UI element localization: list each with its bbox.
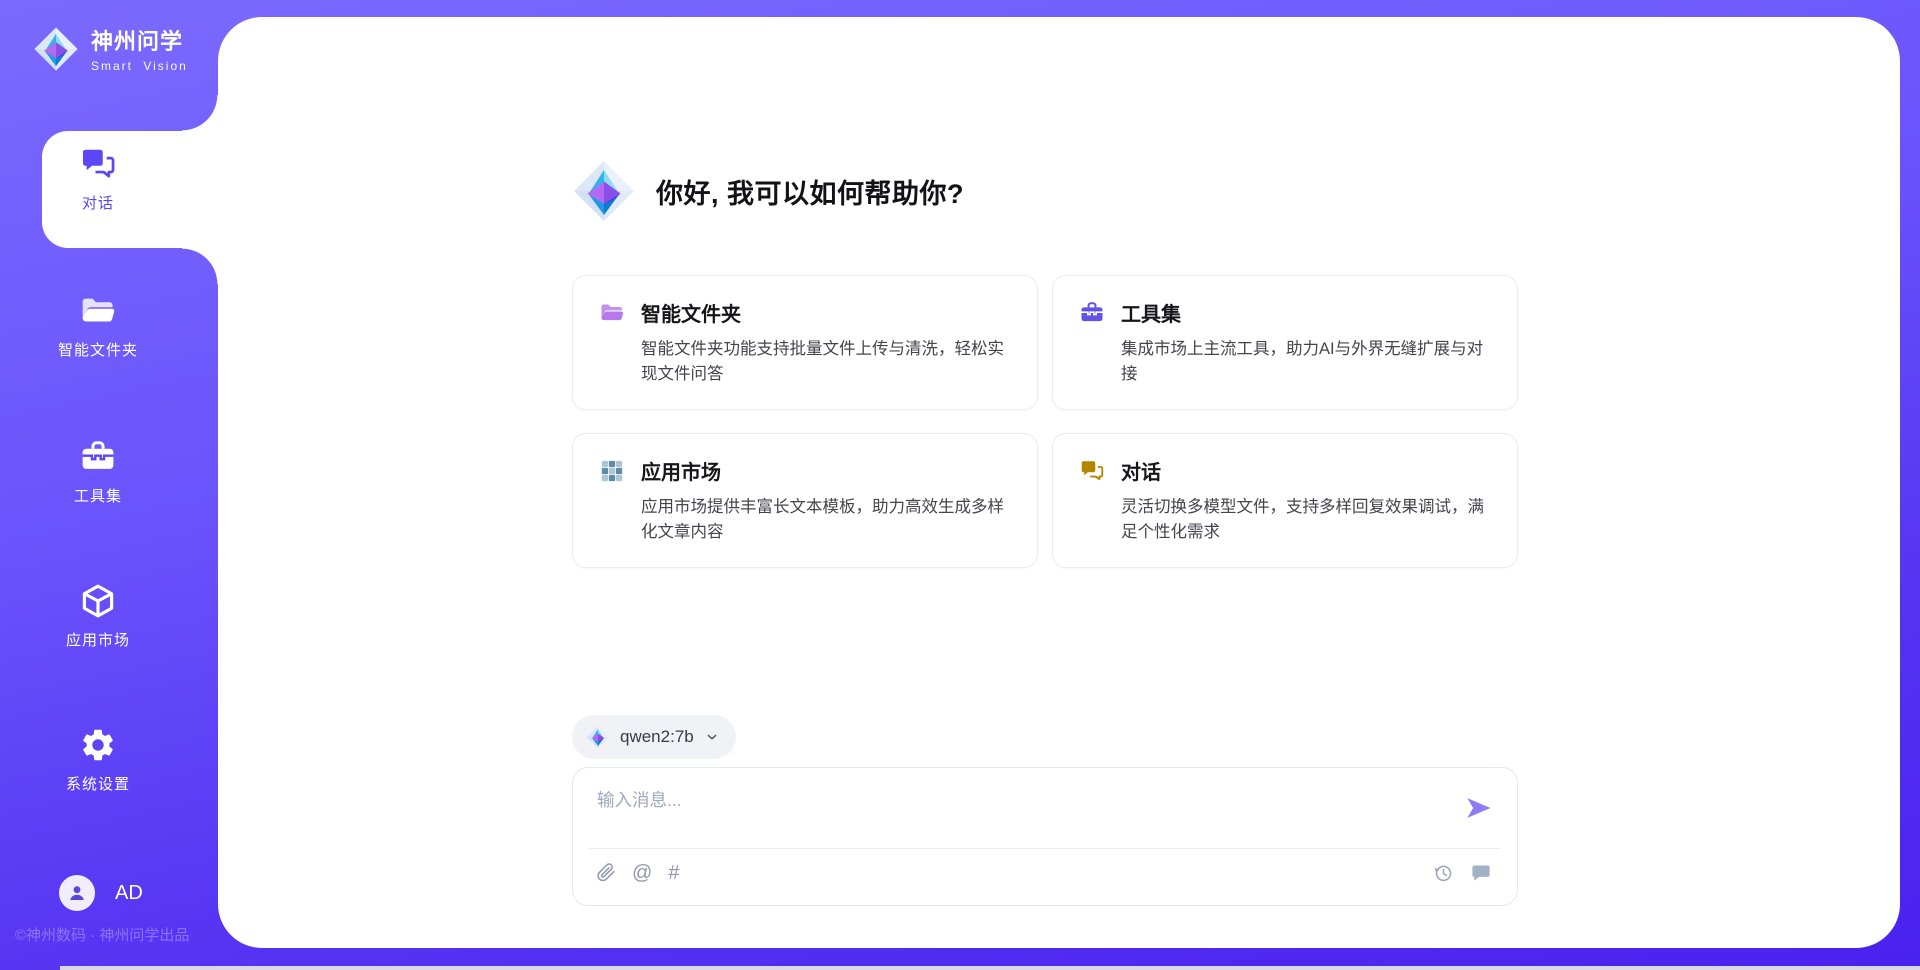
folder-icon bbox=[599, 300, 625, 326]
card-description: 集成市场上主流工具，助力AI与外界无缝扩展与对接 bbox=[1079, 337, 1491, 387]
sidebar-item-smart-folder[interactable]: 智能文件夹 bbox=[18, 292, 178, 360]
main-panel: 你好, 我可以如何帮助你? 智能文件夹 智能文件夹功能支持批量文件上传与清洗，轻… bbox=[218, 17, 1900, 948]
cube-icon bbox=[79, 582, 117, 620]
sidebar-item-label: 智能文件夹 bbox=[58, 339, 138, 360]
toolbox-icon bbox=[1079, 300, 1105, 326]
card-chat[interactable]: 对话 灵活切换多模型文件，支持多样回复效果调试，满足个性化需求 bbox=[1052, 433, 1518, 568]
brand-name: 神州问学 bbox=[91, 24, 188, 56]
sidebar-footer: ©神州数码 · 神州问学出品 bbox=[15, 924, 189, 945]
feature-cards: 智能文件夹 智能文件夹功能支持批量文件上传与清洗，轻松实现文件问答 工具集 集成… bbox=[572, 275, 1518, 568]
diamond-logo-icon bbox=[33, 26, 79, 72]
diamond-logo-icon bbox=[586, 725, 610, 749]
user-icon bbox=[66, 882, 88, 904]
tab-curve-bottom bbox=[182, 248, 218, 284]
chat-bubble-icon[interactable] bbox=[1470, 862, 1492, 884]
sidebar-item-label: 工具集 bbox=[74, 485, 122, 506]
welcome-title: 你好, 我可以如何帮助你? bbox=[656, 172, 964, 211]
user-initials: AD bbox=[115, 882, 143, 905]
paperclip-icon[interactable] bbox=[595, 862, 616, 883]
card-smart-folder[interactable]: 智能文件夹 智能文件夹功能支持批量文件上传与清洗，轻松实现文件问答 bbox=[572, 275, 1038, 410]
sidebar-item-chat[interactable]: 对话 bbox=[18, 145, 178, 213]
folder-icon bbox=[79, 292, 117, 330]
model-selector[interactable]: qwen2:7b bbox=[572, 715, 736, 759]
bottom-edge-strip bbox=[60, 966, 1920, 970]
avatar bbox=[59, 875, 95, 911]
chat-icon bbox=[1079, 458, 1105, 484]
chevron-down-icon bbox=[704, 729, 720, 745]
welcome-header: 你好, 我可以如何帮助你? bbox=[572, 159, 964, 223]
sidebar-item-settings[interactable]: 系统设置 bbox=[18, 726, 178, 794]
card-description: 应用市场提供丰富长文本模板，助力高效生成多样化文章内容 bbox=[599, 495, 1011, 545]
tab-curve-top bbox=[182, 95, 218, 131]
message-composer: 输入消息... @ # bbox=[572, 767, 1518, 906]
hash-icon[interactable]: # bbox=[668, 863, 679, 883]
chat-icon bbox=[79, 145, 117, 183]
card-title: 智能文件夹 bbox=[641, 298, 741, 327]
composer-divider bbox=[589, 848, 1501, 849]
card-toolset[interactable]: 工具集 集成市场上主流工具，助力AI与外界无缝扩展与对接 bbox=[1052, 275, 1518, 410]
card-description: 灵活切换多模型文件，支持多样回复效果调试，满足个性化需求 bbox=[1079, 495, 1491, 545]
card-title: 对话 bbox=[1121, 456, 1161, 485]
diamond-logo-icon bbox=[572, 159, 636, 223]
card-description: 智能文件夹功能支持批量文件上传与清洗，轻松实现文件问答 bbox=[599, 337, 1011, 387]
model-name: qwen2:7b bbox=[620, 727, 694, 747]
card-title: 工具集 bbox=[1121, 298, 1181, 327]
card-title: 应用市场 bbox=[641, 456, 721, 485]
send-icon[interactable] bbox=[1465, 794, 1493, 822]
card-app-market[interactable]: 应用市场 应用市场提供丰富长文本模板，助力高效生成多样化文章内容 bbox=[572, 433, 1038, 568]
grid-icon bbox=[599, 458, 625, 484]
sidebar-item-label: 对话 bbox=[82, 192, 114, 213]
at-icon[interactable]: @ bbox=[632, 863, 652, 883]
gear-icon bbox=[79, 726, 117, 764]
sidebar-item-app-market[interactable]: 应用市场 bbox=[18, 582, 178, 650]
message-input[interactable]: 输入消息... bbox=[597, 787, 1437, 812]
brand-subtitle: Smart Vision bbox=[91, 59, 188, 73]
history-icon[interactable] bbox=[1432, 862, 1454, 884]
sidebar-item-label: 系统设置 bbox=[66, 773, 130, 794]
sidebar-item-label: 应用市场 bbox=[66, 629, 130, 650]
user-account[interactable]: AD bbox=[59, 875, 143, 911]
toolbox-icon bbox=[79, 438, 117, 476]
sidebar-item-toolset[interactable]: 工具集 bbox=[18, 438, 178, 506]
brand: 神州问学 Smart Vision bbox=[33, 24, 188, 73]
